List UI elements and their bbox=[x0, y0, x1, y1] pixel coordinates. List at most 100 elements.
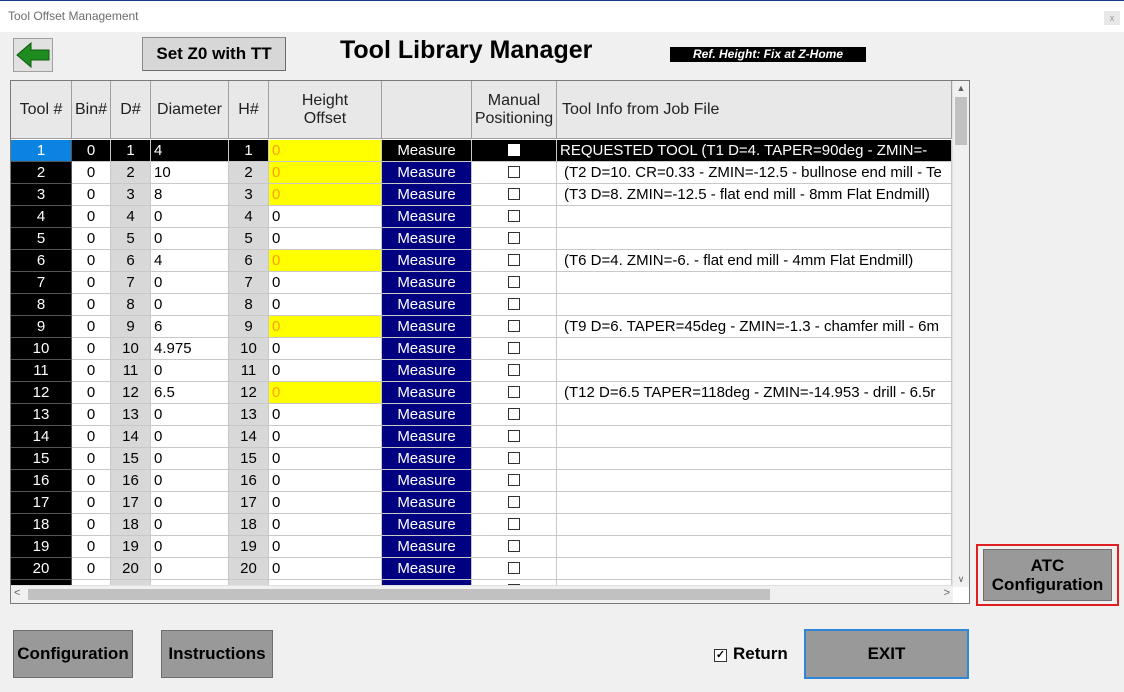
manual-positioning-checkbox[interactable] bbox=[508, 143, 520, 156]
height-offset-cell[interactable]: 0 bbox=[269, 536, 382, 558]
scroll-up-icon[interactable]: ▲ bbox=[953, 83, 969, 93]
header-tool[interactable]: Tool # bbox=[11, 81, 72, 139]
manual-positioning-cell[interactable] bbox=[472, 514, 557, 536]
diameter-cell[interactable]: 6.5 bbox=[151, 382, 229, 404]
manual-positioning-checkbox[interactable] bbox=[508, 385, 520, 398]
diameter-cell[interactable]: 8 bbox=[151, 184, 229, 206]
diameter-cell[interactable]: 0 bbox=[151, 404, 229, 426]
configuration-button[interactable]: Configuration bbox=[13, 630, 133, 678]
diameter-cell[interactable]: 0 bbox=[151, 360, 229, 382]
manual-positioning-cell[interactable] bbox=[472, 426, 557, 448]
manual-positioning-checkbox[interactable] bbox=[508, 495, 520, 508]
height-offset-cell[interactable]: 0 bbox=[269, 162, 382, 184]
manual-positioning-cell[interactable] bbox=[472, 206, 557, 228]
table-row[interactable]: 5 0 5 0 5 0 Measure bbox=[11, 228, 952, 250]
manual-positioning-cell[interactable] bbox=[472, 382, 557, 404]
measure-button[interactable]: Measure bbox=[382, 206, 472, 228]
manual-positioning-checkbox[interactable] bbox=[508, 231, 520, 244]
height-offset-cell[interactable]: 0 bbox=[269, 272, 382, 294]
horizontal-scroll-thumb[interactable] bbox=[28, 589, 770, 600]
table-row[interactable]: 2 0 2 10 2 0 Measure (T2 D=10. CR=0.33 - ZMIN=-… bbox=[11, 162, 952, 184]
measure-button[interactable]: Measure bbox=[382, 448, 472, 470]
measure-button[interactable]: Measure bbox=[382, 316, 472, 338]
diameter-cell[interactable]: 0 bbox=[151, 536, 229, 558]
table-row[interactable]: 6 0 6 4 6 0 Measure (T6 D=4. ZMIN=-6. - flat en… bbox=[11, 250, 952, 272]
return-checkbox[interactable]: ✓ Return bbox=[714, 644, 788, 664]
table-row[interactable]: 3 0 3 8 3 0 Measure (T3 D=8. ZMIN=-12.5 - flat … bbox=[11, 184, 952, 206]
manual-positioning-cell[interactable] bbox=[472, 338, 557, 360]
horizontal-scrollbar[interactable]: < > bbox=[11, 585, 953, 603]
manual-positioning-checkbox[interactable] bbox=[508, 451, 520, 464]
back-button[interactable] bbox=[13, 38, 53, 72]
measure-button[interactable]: Measure bbox=[382, 162, 472, 184]
manual-positioning-cell[interactable] bbox=[472, 536, 557, 558]
table-row[interactable]: 7 0 7 0 7 0 Measure bbox=[11, 272, 952, 294]
vertical-scroll-thumb[interactable] bbox=[955, 97, 967, 145]
measure-button[interactable]: Measure bbox=[382, 140, 472, 162]
measure-button[interactable]: Measure bbox=[382, 294, 472, 316]
instructions-button[interactable]: Instructions bbox=[161, 630, 273, 678]
diameter-cell[interactable]: 4.975 bbox=[151, 338, 229, 360]
measure-button[interactable]: Measure bbox=[382, 426, 472, 448]
header-bin[interactable]: Bin# bbox=[72, 81, 111, 139]
diameter-cell[interactable]: 6 bbox=[151, 316, 229, 338]
diameter-cell[interactable]: 0 bbox=[151, 492, 229, 514]
header-manual-positioning[interactable]: Manual Positioning bbox=[472, 81, 557, 139]
manual-positioning-cell[interactable] bbox=[472, 558, 557, 580]
manual-positioning-cell[interactable] bbox=[472, 272, 557, 294]
height-offset-cell[interactable]: 0 bbox=[269, 294, 382, 316]
manual-positioning-cell[interactable] bbox=[472, 470, 557, 492]
measure-button[interactable]: Measure bbox=[382, 558, 472, 580]
height-offset-cell[interactable]: 0 bbox=[269, 558, 382, 580]
measure-button[interactable]: Measure bbox=[382, 404, 472, 426]
table-row[interactable]: 14 0 14 0 14 0 Measure bbox=[11, 426, 952, 448]
manual-positioning-cell[interactable] bbox=[472, 228, 557, 250]
height-offset-cell[interactable]: 0 bbox=[269, 404, 382, 426]
atc-configuration-button[interactable]: ATC Configuration bbox=[983, 549, 1112, 601]
table-row[interactable]: 19 0 19 0 19 0 Measure bbox=[11, 536, 952, 558]
manual-positioning-checkbox[interactable] bbox=[508, 429, 520, 442]
diameter-cell[interactable]: 0 bbox=[151, 558, 229, 580]
height-offset-cell[interactable]: 0 bbox=[269, 140, 382, 162]
height-offset-cell[interactable]: 0 bbox=[269, 228, 382, 250]
measure-button[interactable]: Measure bbox=[382, 470, 472, 492]
diameter-cell[interactable]: 0 bbox=[151, 514, 229, 536]
measure-button[interactable]: Measure bbox=[382, 250, 472, 272]
table-row[interactable]: 20 0 20 0 20 0 Measure bbox=[11, 558, 952, 580]
manual-positioning-checkbox[interactable] bbox=[508, 187, 520, 200]
table-row[interactable]: 18 0 18 0 18 0 Measure bbox=[11, 514, 952, 536]
manual-positioning-checkbox[interactable] bbox=[508, 407, 520, 420]
table-row[interactable]: 9 0 9 6 9 0 Measure (T9 D=6. TAPER=45deg - ZMIN… bbox=[11, 316, 952, 338]
diameter-cell[interactable]: 0 bbox=[151, 206, 229, 228]
measure-button[interactable]: Measure bbox=[382, 492, 472, 514]
table-row[interactable]: 15 0 15 0 15 0 Measure bbox=[11, 448, 952, 470]
height-offset-cell[interactable]: 0 bbox=[269, 250, 382, 272]
return-check-icon[interactable]: ✓ bbox=[714, 649, 727, 662]
manual-positioning-checkbox[interactable] bbox=[508, 297, 520, 310]
manual-positioning-checkbox[interactable] bbox=[508, 275, 520, 288]
header-diameter[interactable]: Diameter bbox=[151, 81, 229, 139]
manual-positioning-checkbox[interactable] bbox=[508, 165, 520, 178]
scroll-right-icon[interactable]: > bbox=[944, 587, 950, 599]
manual-positioning-checkbox[interactable] bbox=[508, 517, 520, 530]
height-offset-cell[interactable]: 0 bbox=[269, 470, 382, 492]
table-row[interactable]: 11 0 11 0 11 0 Measure bbox=[11, 360, 952, 382]
manual-positioning-cell[interactable] bbox=[472, 404, 557, 426]
manual-positioning-checkbox[interactable] bbox=[508, 341, 520, 354]
measure-button[interactable]: Measure bbox=[382, 184, 472, 206]
manual-positioning-cell[interactable] bbox=[472, 140, 557, 162]
header-tool-info[interactable]: Tool Info from Job File bbox=[557, 81, 952, 139]
measure-button[interactable]: Measure bbox=[382, 228, 472, 250]
table-row[interactable]: 12 0 12 6.5 12 0 Measure (T12 D=6.5 TAPER=118de… bbox=[11, 382, 952, 404]
table-row[interactable]: 17 0 17 0 17 0 Measure bbox=[11, 492, 952, 514]
manual-positioning-checkbox[interactable] bbox=[508, 473, 520, 486]
manual-positioning-cell[interactable] bbox=[472, 250, 557, 272]
diameter-cell[interactable]: 0 bbox=[151, 228, 229, 250]
manual-positioning-cell[interactable] bbox=[472, 448, 557, 470]
table-row[interactable]: 8 0 8 0 8 0 Measure bbox=[11, 294, 952, 316]
measure-button[interactable]: Measure bbox=[382, 514, 472, 536]
measure-button[interactable]: Measure bbox=[382, 536, 472, 558]
diameter-cell[interactable]: 0 bbox=[151, 272, 229, 294]
manual-positioning-checkbox[interactable] bbox=[508, 253, 520, 266]
height-offset-cell[interactable]: 0 bbox=[269, 492, 382, 514]
